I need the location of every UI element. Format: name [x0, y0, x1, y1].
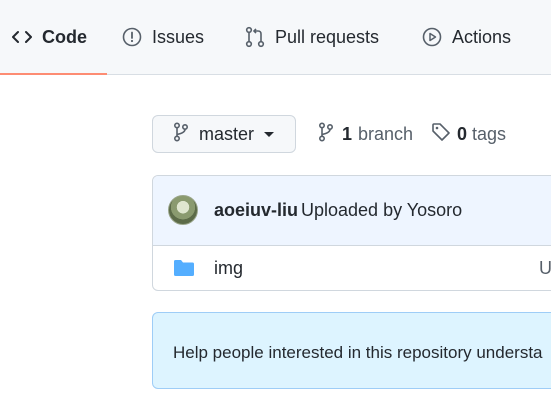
git-branch-icon — [318, 121, 334, 147]
file-list-box: aoeiuv-liu Uploaded by Yosoro img U — [152, 175, 551, 291]
tab-pull-requests[interactable]: Pull requests — [245, 0, 379, 74]
avatar[interactable] — [168, 195, 198, 225]
current-branch-name: master — [199, 123, 255, 144]
list-item: img U — [153, 245, 551, 290]
branches-link[interactable]: 1 branch — [318, 115, 413, 153]
file-name-link[interactable]: img — [214, 258, 243, 279]
file-commit-message-link[interactable]: U — [539, 258, 551, 279]
tab-code-label: Code — [42, 26, 87, 47]
tab-actions-label: Actions — [452, 26, 512, 47]
issue-opened-icon — [122, 27, 142, 47]
code-icon — [12, 29, 32, 45]
add-readme-banner: Help people interested in this repositor… — [152, 312, 551, 389]
repo-nav-tabs: Code Issues Pull requests Actions — [0, 0, 551, 75]
tab-code[interactable]: Code — [0, 0, 107, 75]
git-branch-icon — [173, 121, 189, 147]
tab-pull-requests-label: Pull requests — [275, 26, 380, 47]
folder-icon — [173, 259, 195, 282]
tab-issues[interactable]: Issues — [122, 0, 204, 74]
latest-commit-row: aoeiuv-liu Uploaded by Yosoro — [153, 176, 551, 246]
branch-count-label: branch — [358, 123, 414, 144]
branch-count: 1 — [342, 123, 353, 144]
readme-banner-text: Help people interested in this repositor… — [173, 343, 543, 362]
play-icon — [422, 27, 442, 47]
tag-icon — [431, 122, 451, 147]
git-pull-request-icon — [245, 26, 265, 48]
tab-actions[interactable]: Actions — [422, 0, 511, 74]
tab-issues-label: Issues — [152, 26, 205, 47]
chevron-down-icon — [264, 131, 275, 137]
tag-count-label: tags — [472, 123, 507, 144]
tags-link[interactable]: 0 tags — [431, 115, 506, 153]
commit-author-link[interactable]: aoeiuv-liu — [214, 200, 298, 221]
commit-message-link[interactable]: Uploaded by Yosoro — [301, 200, 462, 221]
tag-count: 0 — [457, 123, 468, 144]
branch-select-button[interactable]: master — [152, 115, 296, 153]
